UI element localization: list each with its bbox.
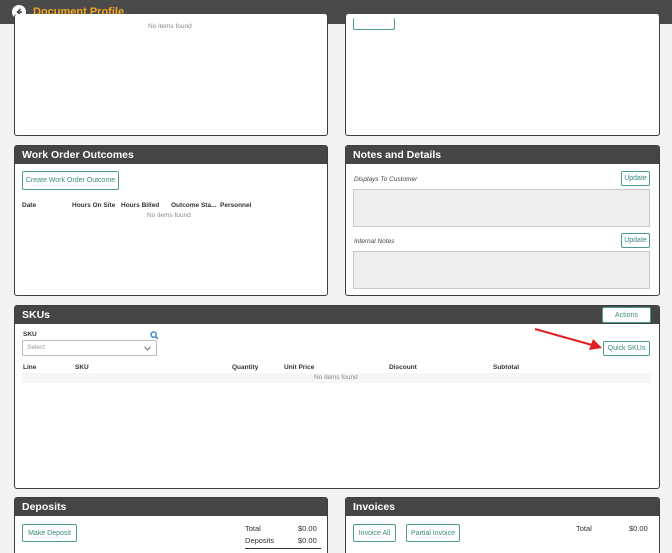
search-icon[interactable]: [150, 331, 159, 340]
actions-button[interactable]: Actions: [602, 307, 651, 323]
internal-notes-textarea[interactable]: [353, 251, 650, 289]
column-header: Quantity: [232, 364, 259, 371]
column-header: Hours Billed: [121, 202, 160, 209]
column-header: Discount: [389, 364, 417, 371]
empty-text: No items found: [148, 23, 192, 30]
empty-text: No items found: [314, 374, 358, 381]
top-right-button[interactable]: [353, 18, 395, 30]
update-internal-notes-button[interactable]: Update: [621, 233, 650, 248]
partial-invoice-button[interactable]: Partial Invoice: [406, 524, 460, 542]
deposits-label: Deposits: [245, 536, 275, 545]
make-deposit-button[interactable]: Make Deposit: [22, 524, 77, 542]
chevron-down-icon: [144, 346, 151, 351]
column-header: Date: [22, 202, 37, 209]
deposits-value: $0.00: [298, 536, 317, 545]
update-displays-button[interactable]: Update: [621, 171, 650, 186]
displays-to-customer-label: Displays To Customer: [354, 176, 418, 183]
column-header: Subtotal: [493, 364, 519, 371]
sku-field-label: SKU: [23, 331, 37, 338]
invoice-all-button[interactable]: Invoice All: [353, 524, 396, 542]
panel-title: SKUs: [15, 306, 659, 324]
quick-skus-button[interactable]: Quick SKUs: [603, 341, 650, 356]
sku-select[interactable]: Select: [22, 340, 157, 356]
column-header: Personnel: [220, 202, 252, 209]
work-order-outcomes-panel: Work Order Outcomes Create Work Order Ou…: [14, 145, 328, 296]
annotation-arrow-icon: [534, 327, 602, 350]
panel-title: Invoices: [346, 498, 659, 516]
panel-title: Notes and Details: [346, 146, 659, 164]
column-header: Line: [23, 364, 37, 371]
column-header: Hours On Site: [72, 202, 116, 209]
select-placeholder: Select: [27, 344, 46, 351]
deposits-panel: Deposits Make Deposit Total $0.00 Deposi…: [14, 497, 328, 553]
top-left-panel: No items found: [14, 14, 328, 136]
total-value: $0.00: [629, 524, 648, 533]
notes-and-details-panel: Notes and Details Displays To Customer U…: [345, 145, 660, 296]
total-value: $0.00: [298, 524, 317, 533]
total-label: Total: [245, 524, 261, 533]
column-header: Outcome Sta...: [171, 202, 217, 209]
column-header: SKU: [75, 364, 89, 371]
panel-title: Deposits: [15, 498, 327, 516]
invoices-panel: Invoices Invoice All Partial Invoice Tot…: [345, 497, 660, 553]
column-header: Unit Price: [284, 364, 315, 371]
create-work-order-outcome-button[interactable]: Create Work Order Outcome: [22, 171, 119, 190]
internal-notes-label: Internal Notes: [354, 238, 395, 245]
total-label: Total: [576, 524, 592, 533]
panel-title: Work Order Outcomes: [15, 146, 327, 164]
divider: [245, 548, 321, 549]
top-right-panel: [345, 14, 660, 136]
displays-to-customer-textarea[interactable]: [353, 189, 650, 227]
empty-text: No items found: [147, 212, 191, 219]
